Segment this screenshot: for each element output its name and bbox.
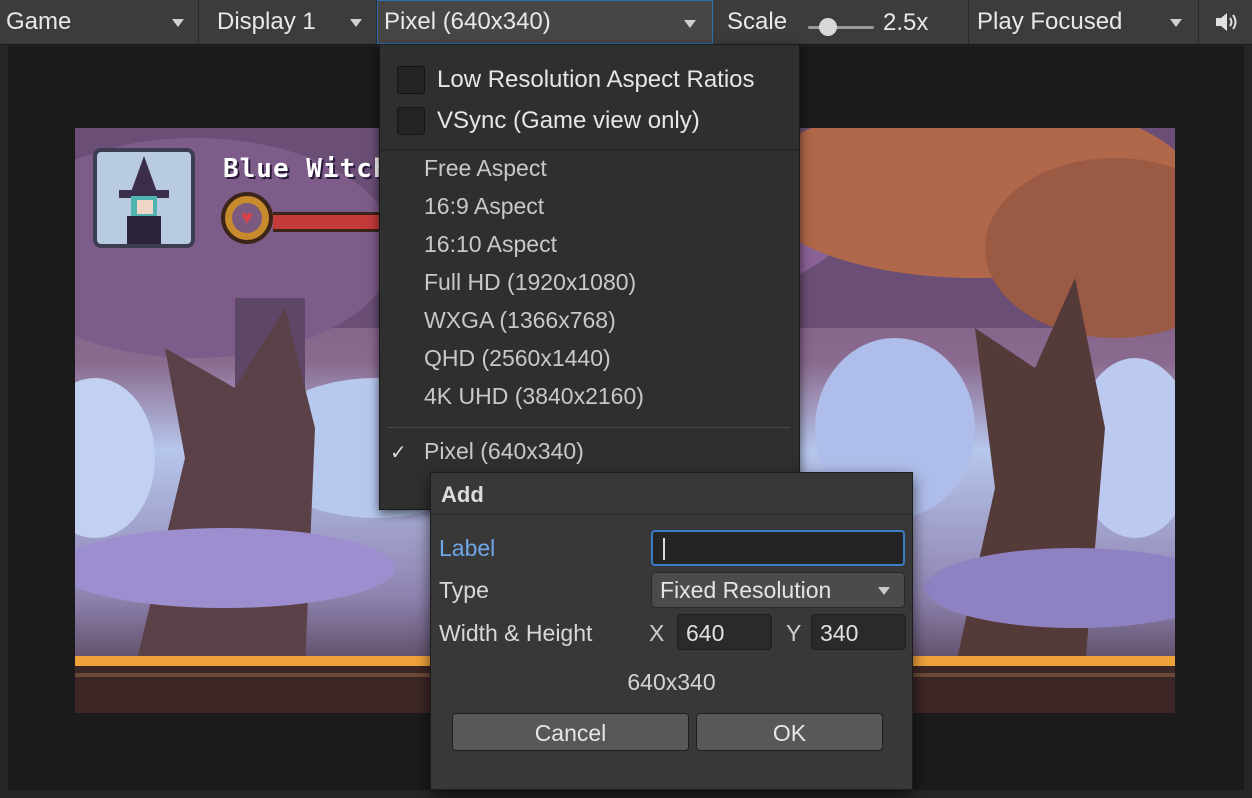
dialog-title: Add — [431, 473, 912, 515]
game-tab-dropdown[interactable]: Game — [0, 0, 199, 44]
height-axis-label: Y — [786, 620, 802, 646]
character-portrait — [93, 148, 195, 248]
character-name: Blue Witch — [223, 154, 383, 184]
cancel-button[interactable]: Cancel — [452, 713, 689, 751]
vsync-toggle[interactable]: VSync (Game view only) — [397, 105, 700, 137]
play-mode-label: Play Focused — [977, 8, 1123, 35]
play-mode-dropdown[interactable]: Play Focused — [969, 0, 1199, 44]
scale-control: Scale 2.5x — [713, 0, 969, 44]
resolution-dropdown[interactable]: Pixel (640x340) — [377, 0, 713, 44]
chevron-down-icon — [878, 587, 890, 595]
game-view-toolbar: Game Display 1 Pixel (640x340) Scale 2.5… — [0, 0, 1252, 45]
menu-item-16-10[interactable]: 16:10 Aspect — [424, 231, 557, 258]
menu-item-free-aspect[interactable]: Free Aspect — [424, 155, 547, 182]
menu-item-pixel-selected[interactable]: Pixel (640x340) — [424, 438, 584, 465]
chevron-down-icon — [172, 19, 184, 27]
low-res-aspect-label: Low Resolution Aspect Ratios — [437, 66, 755, 93]
size-caption: Width & Height — [439, 620, 593, 646]
chevron-down-icon — [350, 19, 362, 27]
scale-label: Scale — [727, 8, 788, 35]
menu-item-wxga[interactable]: WXGA (1366x768) — [424, 307, 616, 334]
type-caption: Type — [439, 577, 489, 603]
resolution-menu: Low Resolution Aspect Ratios VSync (Game… — [379, 44, 800, 510]
menu-item-full-hd[interactable]: Full HD (1920x1080) — [424, 269, 636, 296]
mute-audio-button[interactable] — [1199, 0, 1252, 44]
vsync-label: VSync (Game view only) — [437, 107, 700, 134]
low-res-aspect-toggle[interactable]: Low Resolution Aspect Ratios — [397, 64, 755, 96]
divider — [380, 149, 799, 151]
display-label: Display 1 — [217, 8, 316, 35]
menu-item-qhd[interactable]: QHD (2560x1440) — [424, 345, 611, 372]
scale-slider-track[interactable] — [808, 26, 874, 29]
label-caption: Label — [439, 535, 496, 561]
display-dropdown[interactable]: Display 1 — [199, 0, 377, 44]
witch-avatar-icon — [119, 156, 169, 244]
width-field[interactable]: 640 — [677, 614, 772, 650]
check-icon: ✓ — [390, 442, 407, 464]
checkbox[interactable] — [397, 107, 425, 135]
health-badge: ♥ — [221, 192, 273, 244]
type-select[interactable]: Fixed Resolution — [651, 572, 905, 608]
label-input[interactable] — [651, 530, 905, 566]
resolution-summary: 640x340 — [627, 669, 716, 695]
width-axis-label: X — [649, 620, 665, 646]
height-field[interactable]: 340 — [811, 614, 906, 650]
chevron-down-icon — [1170, 19, 1182, 27]
checkbox[interactable] — [397, 66, 425, 94]
chevron-down-icon — [684, 20, 696, 28]
scale-value: 2.5x — [883, 9, 929, 36]
speaker-icon — [1215, 13, 1236, 31]
game-tab-label: Game — [6, 8, 72, 35]
menu-item-4k-uhd[interactable]: 4K UHD (3840x2160) — [424, 383, 644, 410]
resolution-label: Pixel (640x340) — [384, 8, 551, 35]
menu-item-16-9[interactable]: 16:9 Aspect — [424, 193, 544, 220]
heart-icon: ♥ — [232, 203, 262, 233]
divider — [388, 427, 790, 428]
scale-slider-handle[interactable] — [819, 18, 837, 36]
add-resolution-dialog: Add Label Type Fixed Resolution Width & … — [430, 472, 913, 790]
text-caret — [663, 538, 665, 560]
type-value: Fixed Resolution — [660, 577, 832, 603]
ok-button[interactable]: OK — [696, 713, 883, 751]
health-bar — [273, 212, 386, 232]
